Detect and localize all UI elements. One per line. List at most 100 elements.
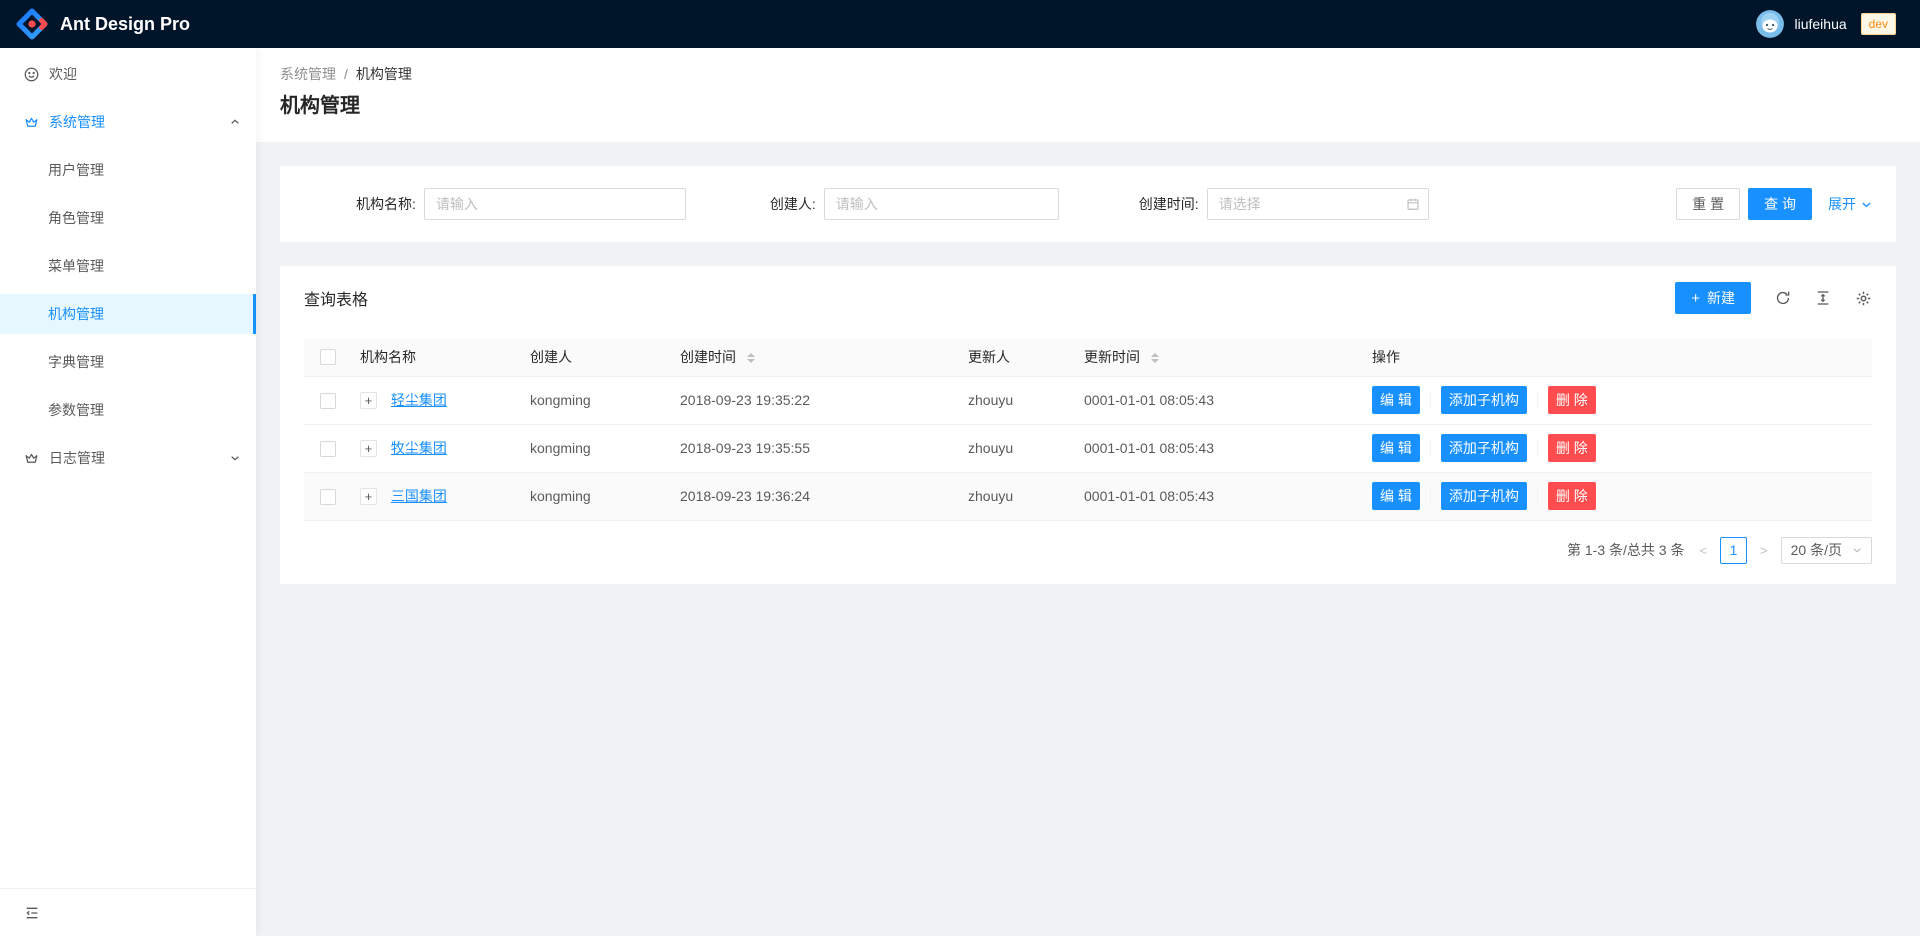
sidebar-item-menu-mgmt[interactable]: 菜单管理 [0, 246, 256, 286]
column-header-actions: 操作 [1364, 338, 1872, 376]
breadcrumb-item-current: 机构管理 [356, 64, 412, 84]
add-child-org-button[interactable]: 添加子机构 [1441, 434, 1527, 462]
data-table: 机构名称 创建人 创建时间 更新人 更新时间 操作 [304, 338, 1872, 521]
username[interactable]: liufeihua [1794, 16, 1846, 32]
ant-design-logo-icon [16, 8, 48, 40]
sidebar-item-dict-mgmt[interactable]: 字典管理 [0, 342, 256, 382]
cell-creator: kongming [522, 376, 672, 424]
row-checkbox[interactable] [320, 489, 336, 505]
column-label: 创建时间 [680, 349, 736, 365]
sidebar-item-org-mgmt[interactable]: 机构管理 [0, 294, 256, 334]
delete-button[interactable]: 删 除 [1548, 482, 1596, 510]
expand-row-icon[interactable]: + [360, 440, 377, 457]
create-time-label: 创建时间: [1139, 194, 1199, 214]
row-checkbox[interactable] [320, 393, 336, 409]
row-checkbox[interactable] [320, 441, 336, 457]
user-avatar[interactable] [1756, 10, 1784, 38]
delete-button[interactable]: 删 除 [1548, 434, 1596, 462]
pagination-total: 第 1-3 条/总共 3 条 [1567, 540, 1684, 560]
page-number-1[interactable]: 1 [1720, 537, 1747, 564]
edit-button[interactable]: 编 辑 [1372, 386, 1420, 414]
sidebar-item-logs[interactable]: 日志管理 [0, 438, 256, 478]
settings-gear-icon[interactable] [1855, 290, 1872, 307]
reset-button[interactable]: 重 置 [1676, 188, 1740, 220]
next-page-button[interactable]: > [1755, 543, 1773, 558]
expand-toggle[interactable]: 展开 [1828, 194, 1872, 214]
expand-row-icon[interactable]: + [360, 488, 377, 505]
creator-input[interactable] [824, 188, 1059, 220]
sidebar-item-user-mgmt[interactable]: 用户管理 [0, 150, 256, 190]
sidebar-item-label: 角色管理 [48, 208, 104, 228]
main-content: 系统管理 / 机构管理 机构管理 机构名称: 创建人: 创建时间: [256, 0, 1920, 936]
chevron-down-icon [230, 453, 240, 463]
sidebar-item-label: 日志管理 [49, 448, 105, 468]
org-name-link[interactable]: 轻尘集团 [391, 392, 447, 408]
cell-updated-at: 0001-01-01 08:05:43 [1076, 376, 1364, 424]
column-header-created-at[interactable]: 创建时间 [672, 338, 960, 376]
cell-updated-at: 0001-01-01 08:05:43 [1076, 424, 1364, 472]
cell-updater: zhouyu [960, 472, 1076, 520]
prev-page-button[interactable]: < [1694, 543, 1712, 558]
menu-fold-icon [24, 905, 40, 921]
sidebar-item-label: 字典管理 [48, 352, 104, 372]
divider [1430, 489, 1431, 503]
creator-label: 创建人: [770, 194, 816, 214]
table-title: 查询表格 [304, 286, 368, 310]
sidebar-menu: 欢迎 系统管理 用户管理 角色管理 菜单管理 机构管理 字典管理 [0, 48, 256, 478]
sidebar-collapse-trigger[interactable] [0, 888, 256, 936]
sorter-icon [747, 353, 755, 363]
table-header-row: 机构名称 创建人 创建时间 更新人 更新时间 操作 [304, 338, 1872, 376]
sidebar-item-system[interactable]: 系统管理 [0, 102, 256, 142]
smile-icon [24, 67, 39, 82]
sidebar-item-label: 机构管理 [48, 304, 104, 324]
reload-icon[interactable] [1775, 290, 1791, 306]
sidebar-item-role-mgmt[interactable]: 角色管理 [0, 198, 256, 238]
chevron-down-icon [1852, 545, 1862, 555]
breadcrumb: 系统管理 / 机构管理 [280, 64, 1896, 84]
org-name-link[interactable]: 三国集团 [391, 488, 447, 504]
page-size-value: 20 条/页 [1791, 540, 1842, 560]
query-button[interactable]: 查 询 [1748, 188, 1812, 220]
page-size-select[interactable]: 20 条/页 [1781, 537, 1872, 564]
crown-icon [24, 115, 39, 130]
divider [1537, 441, 1538, 455]
delete-button[interactable]: 删 除 [1548, 386, 1596, 414]
org-name-input[interactable] [424, 188, 686, 220]
select-all-checkbox[interactable] [320, 349, 336, 365]
sidebar-item-param-mgmt[interactable]: 参数管理 [0, 390, 256, 430]
expand-label: 展开 [1828, 194, 1856, 214]
cell-updater: zhouyu [960, 376, 1076, 424]
env-tag: dev [1861, 13, 1896, 35]
add-child-org-button[interactable]: 添加子机构 [1441, 386, 1527, 414]
new-button[interactable]: + 新建 [1675, 282, 1751, 314]
org-name-link[interactable]: 牧尘集团 [391, 440, 447, 456]
sidebar: 欢迎 系统管理 用户管理 角色管理 菜单管理 机构管理 字典管理 [0, 48, 256, 936]
breadcrumb-item-system[interactable]: 系统管理 [280, 64, 336, 84]
page-title: 机构管理 [280, 92, 1896, 120]
column-height-icon[interactable] [1815, 290, 1831, 306]
table-toolbar: 查询表格 + 新建 [280, 266, 1896, 330]
search-form-card: 机构名称: 创建人: 创建时间: 重 置 查 询 [280, 166, 1896, 242]
column-header-updater: 更新人 [960, 338, 1076, 376]
column-header-updated-at[interactable]: 更新时间 [1076, 338, 1364, 376]
expand-row-icon[interactable]: + [360, 392, 377, 409]
pagination: 第 1-3 条/总共 3 条 < 1 > 20 条/页 [280, 521, 1896, 584]
divider [1430, 393, 1431, 407]
sorter-icon [1151, 353, 1159, 363]
org-name-label: 机构名称: [356, 194, 416, 214]
edit-button[interactable]: 编 辑 [1372, 482, 1420, 510]
sidebar-item-label: 参数管理 [48, 400, 104, 420]
cell-creator: kongming [522, 424, 672, 472]
top-header: Ant Design Pro liufeihua dev [0, 0, 1920, 48]
table-card: 查询表格 + 新建 [280, 266, 1896, 584]
create-time-picker[interactable] [1207, 188, 1429, 220]
sidebar-item-label: 用户管理 [48, 160, 104, 180]
app-logo[interactable]: Ant Design Pro [16, 8, 190, 40]
chevron-up-icon [230, 117, 240, 127]
calendar-icon [1406, 197, 1420, 211]
sidebar-item-welcome[interactable]: 欢迎 [0, 54, 256, 94]
content-area: 机构名称: 创建人: 创建时间: 重 置 查 询 [256, 142, 1920, 608]
divider [1537, 393, 1538, 407]
add-child-org-button[interactable]: 添加子机构 [1441, 482, 1527, 510]
edit-button[interactable]: 编 辑 [1372, 434, 1420, 462]
